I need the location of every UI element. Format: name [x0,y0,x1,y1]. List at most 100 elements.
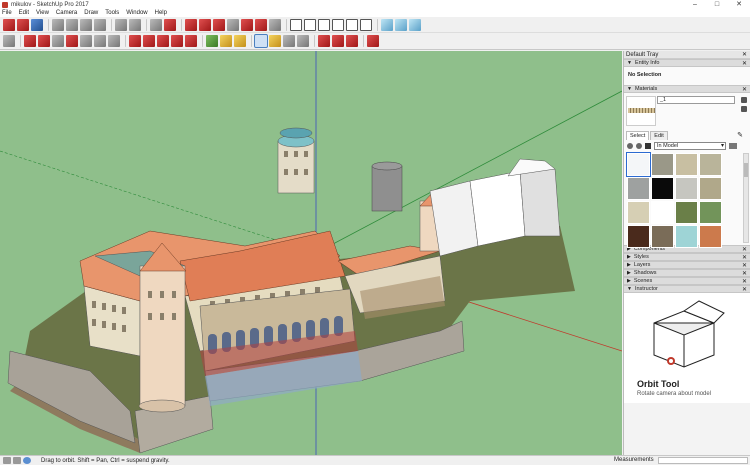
panel-header-layers[interactable]: ▶ Layers ✕ [624,261,750,269]
erase-icon[interactable] [94,18,106,31]
select-arrow-icon[interactable] [3,35,15,47]
materials-header[interactable]: ▼ Materials ✕ [624,85,750,93]
home-icon[interactable] [645,142,651,149]
pan-icon[interactable] [269,35,281,47]
front-view-icon[interactable] [318,18,330,31]
back-arrow-icon[interactable] [627,142,633,149]
panel-header-scenes[interactable]: ▶ Scenes ✕ [624,277,750,285]
cut-icon[interactable] [52,18,64,31]
create-material-icon[interactable] [741,106,747,112]
tab-edit[interactable]: Edit [650,131,668,140]
panel-header-shadows[interactable]: ▶ Shadows ✕ [624,269,750,277]
material-swatch[interactable] [626,152,651,177]
sample-paint-icon[interactable]: ✎ [734,130,746,140]
display-section-icon[interactable] [395,18,407,31]
material-swatch[interactable] [699,177,722,200]
model-info-icon[interactable] [164,18,176,31]
paint-bucket-icon[interactable] [234,35,246,47]
redo-icon[interactable] [129,18,141,31]
menu-file[interactable]: File [2,10,12,16]
print-icon[interactable] [150,18,162,31]
material-swatch[interactable] [627,177,650,200]
menu-view[interactable]: View [36,10,49,16]
open-icon[interactable] [17,18,29,31]
section-plane-icon[interactable] [381,18,393,31]
material-swatch[interactable] [651,225,674,248]
rectangle-icon[interactable] [94,35,106,47]
left-view-icon[interactable] [360,18,372,31]
material-swatch[interactable] [627,225,650,248]
menu-help[interactable]: Help [155,10,167,16]
zoom-icon[interactable] [283,35,295,47]
material-swatch[interactable] [699,201,722,224]
geo-location-icon[interactable] [3,457,11,464]
maximize-button[interactable]: □ [706,0,728,9]
materials-scrollbar[interactable] [743,153,749,243]
push-pull-icon[interactable] [129,35,141,47]
material-swatch[interactable] [651,153,674,176]
paste-icon[interactable] [80,18,92,31]
minimize-button[interactable]: – [684,0,706,9]
material-swatch[interactable] [699,153,722,176]
back-view-icon[interactable] [346,18,358,31]
close-panel-icon[interactable]: ✕ [742,86,747,93]
model-viewport[interactable] [0,51,622,455]
tape-measure-icon[interactable] [206,35,218,47]
save-icon[interactable] [31,18,43,31]
dropdown-icon[interactable] [52,35,64,47]
material-swatch[interactable] [675,201,698,224]
panel-header-styles[interactable]: ▶ Styles ✕ [624,253,750,261]
move-icon[interactable] [157,35,169,47]
model-scene[interactable] [0,51,622,455]
extension-warehouse-icon[interactable] [346,35,358,47]
material-swatch[interactable] [675,225,698,248]
hidden-line-icon[interactable] [227,18,239,31]
details-icon[interactable] [729,142,737,149]
undo-icon[interactable] [115,18,127,31]
material-swatch[interactable] [675,153,698,176]
text-icon[interactable] [220,35,232,47]
offset-icon[interactable] [143,35,155,47]
3d-warehouse-icon[interactable] [318,35,330,47]
menu-window[interactable]: Window [126,10,147,16]
material-name-field[interactable]: _1 [657,96,735,104]
zoom-extents-icon[interactable] [297,35,309,47]
material-swatch[interactable] [651,201,674,224]
credits-icon[interactable] [13,457,21,464]
menu-tools[interactable]: Tools [105,10,119,16]
close-panel-icon[interactable]: ✕ [742,270,747,277]
entity-info-header[interactable]: ▼ Entity Info ✕ [624,59,750,67]
forward-arrow-icon[interactable] [636,142,642,149]
close-panel-icon[interactable]: ✕ [742,60,747,67]
library-dropdown[interactable]: In Model [654,141,726,150]
dropdown-icon[interactable] [108,35,120,47]
section-fill-icon[interactable] [409,18,421,31]
line-pencil-icon[interactable] [38,35,50,47]
eraser-icon[interactable] [24,35,36,47]
menu-edit[interactable]: Edit [19,10,29,16]
measurements-input[interactable] [658,457,748,464]
material-swatch[interactable] [699,225,722,248]
back-edges-icon[interactable] [199,18,211,31]
material-swatch[interactable] [651,177,674,200]
arc-icon[interactable] [66,35,78,47]
close-button[interactable]: ✕ [728,0,750,9]
material-swatch[interactable] [675,177,698,200]
xray-icon[interactable] [185,18,197,31]
layout-icon[interactable] [367,35,379,47]
instructor-header[interactable]: ▼ Instructor ✕ [624,285,750,293]
help-icon[interactable] [23,457,31,464]
iso-view-icon[interactable] [290,18,302,31]
wireframe-icon[interactable] [213,18,225,31]
get-started-icon[interactable] [3,18,15,31]
close-panel-icon[interactable]: ✕ [742,278,747,285]
copy-icon[interactable] [66,18,78,31]
close-panel-icon[interactable]: ✕ [742,246,747,253]
menu-camera[interactable]: Camera [56,10,77,16]
menu-draw[interactable]: Draw [84,10,98,16]
close-panel-icon[interactable]: ✕ [742,286,747,293]
material-swatch[interactable] [627,201,650,224]
close-panel-icon[interactable]: ✕ [742,254,747,261]
shaded-icon[interactable] [241,18,253,31]
close-tray-icon[interactable]: ✕ [742,51,747,58]
